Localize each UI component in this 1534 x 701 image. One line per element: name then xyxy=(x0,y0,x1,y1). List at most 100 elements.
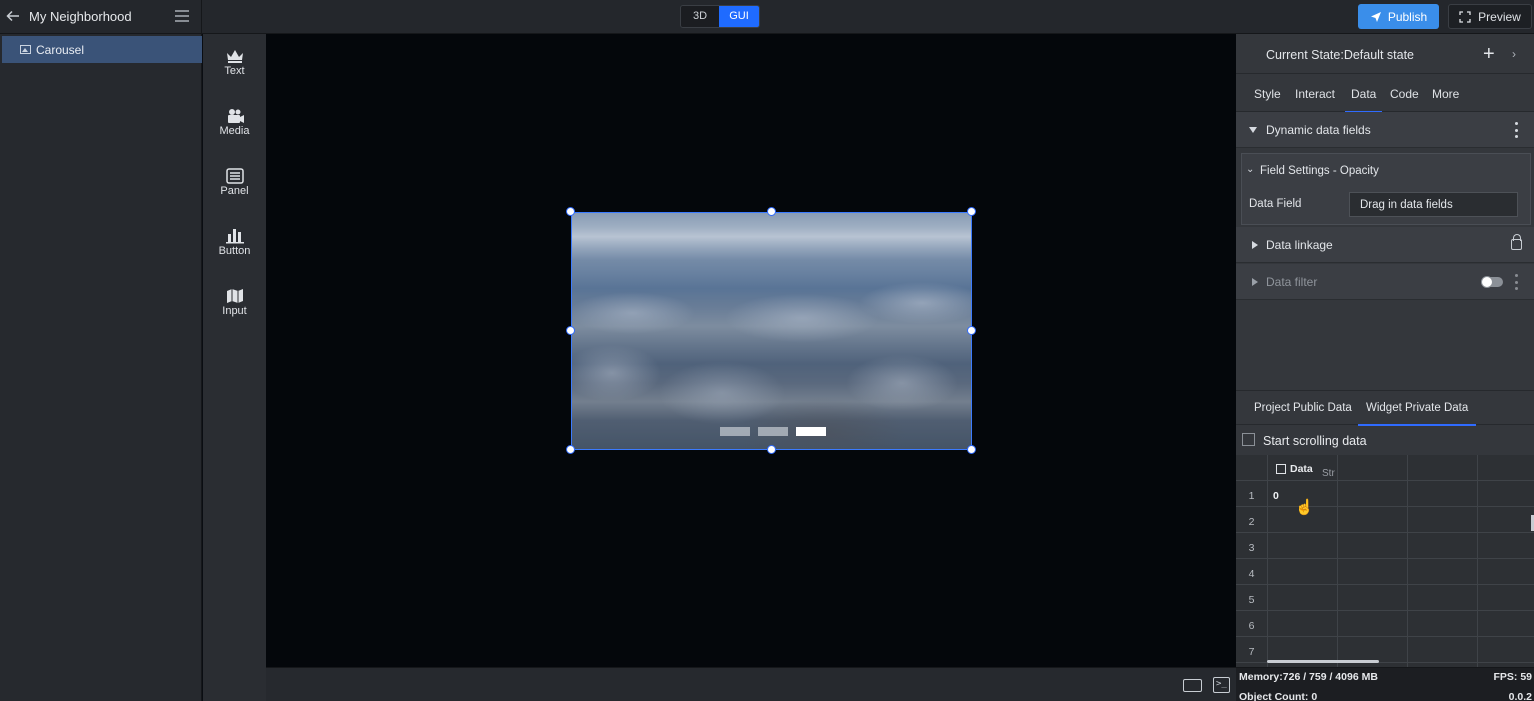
lock-icon[interactable] xyxy=(1511,234,1522,250)
data-filter-toggle[interactable] xyxy=(1481,276,1503,288)
chevron-down-icon[interactable]: ⌄ xyxy=(1246,164,1254,175)
data-field-dropzone[interactable]: Drag in data fields xyxy=(1349,192,1518,217)
component-toolbar: Text Media Panel Button Input xyxy=(203,34,266,701)
row-number: 3 xyxy=(1248,542,1255,554)
tab-data[interactable]: Data xyxy=(1344,87,1383,113)
tool-label: Media xyxy=(219,125,250,137)
status-bar: Memory:726 / 759 / 4096 MB FPS: 59 Objec… xyxy=(1236,667,1534,701)
resize-handle-w[interactable] xyxy=(566,326,575,335)
fullscreen-icon xyxy=(1459,10,1471,23)
mode-toggle: 3D GUI xyxy=(680,5,760,28)
table-row xyxy=(1236,585,1534,611)
caret-down-icon xyxy=(1249,127,1257,133)
grid-cell-value[interactable]: 0 xyxy=(1273,490,1279,502)
design-canvas[interactable] xyxy=(266,34,1236,667)
resize-handle-se[interactable] xyxy=(967,445,976,454)
section-data-linkage[interactable]: Data linkage xyxy=(1236,227,1534,263)
properties-panel: Current State:Default state + › Style In… xyxy=(1236,34,1534,667)
section-data-filter[interactable]: Data filter xyxy=(1236,264,1534,300)
tool-media[interactable]: Media xyxy=(203,108,266,148)
object-count-readout: Object Count: 0 xyxy=(1239,691,1318,701)
tab-more[interactable]: More xyxy=(1432,87,1459,101)
selection-tint xyxy=(572,213,971,449)
map-icon xyxy=(226,289,243,303)
mode-gui-button[interactable]: GUI xyxy=(719,6,759,27)
mode-3d-button[interactable]: 3D xyxy=(681,6,719,27)
bar-chart-icon xyxy=(225,229,244,244)
more-options-icon[interactable] xyxy=(1515,122,1519,138)
publish-label: Publish xyxy=(1387,9,1428,24)
tab-code[interactable]: Code xyxy=(1390,87,1419,101)
start-scrolling-checkbox[interactable] xyxy=(1242,433,1255,446)
memory-readout: Memory:726 / 759 / 4096 MB xyxy=(1239,671,1378,683)
top-bar: My Neighborhood 3D GUI Publish Preview xyxy=(0,0,1534,34)
more-options-icon[interactable] xyxy=(1515,274,1519,290)
carousel-dot-active[interactable] xyxy=(796,427,826,436)
row-number: 6 xyxy=(1248,620,1255,632)
start-scrolling-label: Start scrolling data xyxy=(1263,434,1367,448)
divider xyxy=(201,0,202,34)
field-settings-title: Field Settings - Opacity xyxy=(1260,165,1379,177)
carousel-widget[interactable] xyxy=(571,212,972,450)
hamburger-menu-icon[interactable] xyxy=(174,9,190,23)
table-row xyxy=(1236,559,1534,585)
version-readout: 0.0.2 xyxy=(1508,691,1532,701)
tool-text[interactable]: Text xyxy=(203,48,266,88)
table-row xyxy=(1236,481,1534,507)
horizontal-scrollbar[interactable] xyxy=(1267,660,1379,663)
column-checkbox[interactable] xyxy=(1276,464,1286,474)
publish-button[interactable]: Publish xyxy=(1358,4,1439,29)
section-dynamic-data-fields[interactable]: Dynamic data fields xyxy=(1236,112,1534,148)
tool-panel[interactable]: Panel xyxy=(203,168,266,208)
property-tabs: Style Interact Data Code More xyxy=(1236,74,1534,113)
preview-button[interactable]: Preview xyxy=(1448,4,1532,29)
tab-widget-private-data[interactable]: Widget Private Data xyxy=(1357,402,1477,426)
tab-interact[interactable]: Interact xyxy=(1295,87,1335,101)
row-number: 7 xyxy=(1248,646,1255,658)
section-label: Data linkage xyxy=(1266,238,1333,252)
back-arrow-icon[interactable] xyxy=(6,9,20,23)
chevron-right-icon[interactable]: › xyxy=(1512,47,1516,61)
carousel-dot[interactable] xyxy=(758,427,788,436)
data-source-tabs: Project Public Data Widget Private Data xyxy=(1236,390,1534,426)
tool-button[interactable]: Button xyxy=(203,228,266,268)
keyboard-icon[interactable] xyxy=(1183,679,1202,692)
terminal-icon[interactable]: >_ xyxy=(1213,677,1230,693)
resize-handle-nw[interactable] xyxy=(566,207,575,216)
resize-handle-s[interactable] xyxy=(767,445,776,454)
layer-label: Carousel xyxy=(36,42,85,57)
resize-handle-n[interactable] xyxy=(767,207,776,216)
carousel-dot[interactable] xyxy=(720,427,750,436)
resize-handle-e[interactable] xyxy=(967,326,976,335)
row-number: 4 xyxy=(1248,568,1255,580)
section-label: Dynamic data fields xyxy=(1266,123,1371,137)
current-state-label: Current State:Default state xyxy=(1266,48,1414,62)
tool-label: Text xyxy=(224,65,245,77)
field-settings-box: ⌄ Field Settings - Opacity Data Field Dr… xyxy=(1241,153,1531,225)
resize-handle-sw[interactable] xyxy=(566,445,575,454)
layer-item-carousel[interactable]: Carousel xyxy=(2,36,202,63)
resize-handle-ne[interactable] xyxy=(967,207,976,216)
data-grid[interactable]: Data Str ☝ 1 2 3 4 5 6 7 0 xyxy=(1236,455,1534,667)
panel-list-icon xyxy=(225,168,244,184)
camera-icon xyxy=(227,109,244,123)
grid-column-header[interactable]: Data xyxy=(1276,463,1313,475)
send-icon xyxy=(1370,11,1381,22)
grid-column-header-type: Str xyxy=(1322,468,1335,479)
start-scrolling-row: Start scrolling data xyxy=(1236,426,1534,456)
canvas-bottom-bar: >_ xyxy=(266,667,1236,701)
carousel-indicators xyxy=(720,427,826,436)
tool-label: Panel xyxy=(220,185,249,197)
image-icon xyxy=(20,45,31,54)
tool-input[interactable]: Input xyxy=(203,288,266,328)
data-field-label: Data Field xyxy=(1249,198,1302,210)
table-row xyxy=(1236,611,1534,637)
tab-style[interactable]: Style xyxy=(1254,87,1281,101)
project-title: My Neighborhood xyxy=(29,9,132,24)
tab-project-public-data[interactable]: Project Public Data xyxy=(1254,402,1352,414)
tool-label: Button xyxy=(218,245,251,257)
add-state-icon[interactable]: + xyxy=(1483,44,1495,64)
crown-icon xyxy=(226,50,243,63)
state-bar: Current State:Default state + › xyxy=(1236,34,1534,74)
table-row xyxy=(1236,533,1534,559)
